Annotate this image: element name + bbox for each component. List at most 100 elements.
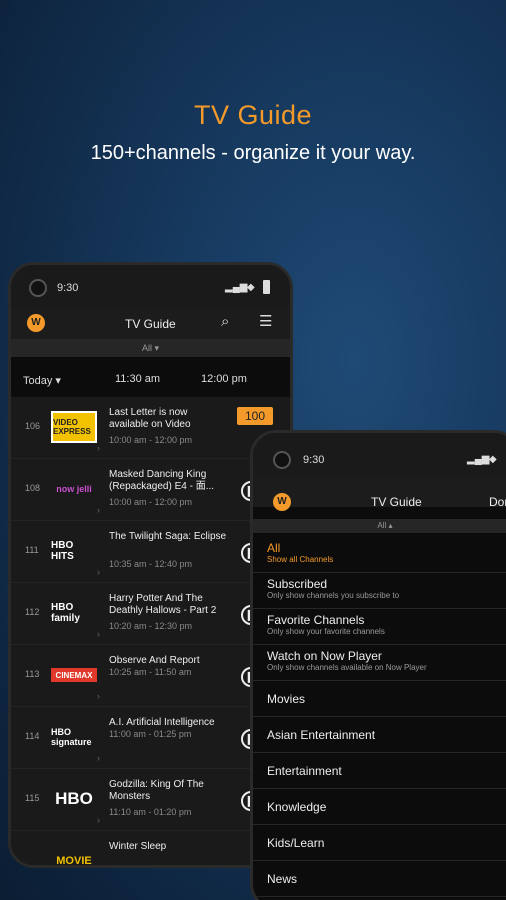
menu-item-label: All: [267, 541, 281, 555]
status-bar: 9:30 ▂▄▆ ◆: [253, 433, 506, 475]
menu-item-label: Subscribed: [267, 577, 328, 591]
status-time: 9:30: [303, 454, 325, 466]
wifi-icon: ◆: [489, 454, 497, 465]
channel-logo: now jelli: [56, 484, 92, 494]
menu-item-description: Only show channels available on Now Play…: [267, 663, 427, 672]
menu-item-asian-entertainment[interactable]: Asian Entertainment: [253, 717, 506, 753]
page-title: TV Guide: [125, 317, 176, 331]
channel-number: 106: [25, 421, 41, 431]
chevron-right-icon: ›: [97, 815, 100, 825]
program-title: Godzilla: King Of The Monsters: [109, 779, 204, 802]
menu-item-label: Asian Entertainment: [267, 728, 376, 742]
program-time: 10:00 am - 12:00 pm: [109, 435, 193, 445]
signal-icon: ▂▄▆: [467, 454, 490, 465]
channel-row[interactable]: 115 HBO Godzilla: King Of The Monsters 1…: [11, 769, 290, 831]
chevron-right-icon: ›: [97, 753, 100, 763]
channel-number: 113: [25, 669, 40, 679]
status-time: 9:30: [57, 282, 79, 294]
menu-item-label: Kids/Learn: [267, 836, 325, 850]
status-bar: 9:30 ▂▄▆ ◆: [11, 265, 290, 307]
menu-item-movies[interactable]: Movies: [253, 681, 506, 717]
menu-item-label: Entertainment: [267, 764, 342, 778]
menu-item-description: Only show your favorite channels: [267, 627, 385, 636]
chevron-right-icon: ›: [97, 629, 100, 639]
app-logo[interactable]: W: [27, 314, 45, 332]
menu-item-label: News: [267, 872, 298, 886]
search-icon[interactable]: ⌕: [221, 314, 229, 329]
channel-logo: HBO signature: [51, 727, 92, 747]
channel-row[interactable]: 108 now jelli Masked Dancing King (Repac…: [11, 459, 290, 521]
time-slot: 11:30 am: [115, 373, 161, 385]
channel-row[interactable]: 112 HBO family Harry Potter And The Deat…: [11, 583, 290, 645]
channel-filter[interactable]: All ▾: [11, 339, 290, 357]
menu-item-all[interactable]: All Show all Channels: [253, 537, 506, 573]
hero-subtitle: 150+channels - organize it your way.: [90, 142, 416, 164]
time-slot: 12:00 pm: [201, 373, 247, 385]
menu-item-favorites[interactable]: Favorite Channels Only show your favorit…: [253, 609, 506, 645]
menu-item-entertainment[interactable]: Entertainment: [253, 753, 506, 789]
camera-icon: [29, 279, 47, 297]
program-title: Observe And Report: [109, 655, 200, 666]
channel-number: 115: [25, 793, 40, 803]
channel-row[interactable]: MOVIE Winter Sleep: [11, 831, 290, 867]
chevron-right-icon: ›: [97, 505, 100, 515]
channel-logo: VIDEO EXPRESS: [51, 411, 97, 443]
menu-item-label: Movies: [267, 692, 306, 706]
menu-item-label: Favorite Channels: [267, 613, 365, 627]
program-title: Masked Dancing King (Repackaged) E4 - 面.…: [109, 469, 215, 492]
chevron-right-icon: ›: [97, 691, 100, 701]
menu-item-knowledge[interactable]: Knowledge: [253, 789, 506, 825]
chevron-right-icon: ›: [97, 567, 100, 577]
filter-menu: All Show all Channels Subscribed Only sh…: [253, 537, 506, 897]
program-title: Last Letter is now available on Video: [109, 407, 191, 430]
menu-item-kids-learn[interactable]: Kids/Learn: [253, 825, 506, 861]
menu-item-label: Knowledge: [267, 800, 327, 814]
program-title: Harry Potter And The Deathly Hallows - P…: [109, 593, 217, 616]
program-time: 11:00 am - 01:25 pm: [109, 729, 192, 739]
channel-number: 108: [25, 483, 41, 493]
app-logo[interactable]: W: [273, 493, 291, 511]
program-time: 10:00 am - 12:00 pm: [109, 497, 193, 507]
program-time: 10:25 am - 11:50 am: [109, 667, 192, 677]
channel-row[interactable]: 114 HBO signature A.I. Artificial Intell…: [11, 707, 290, 769]
channel-logo: HBO family: [51, 602, 80, 624]
menu-item-description: Only show channels you subscribe to: [267, 591, 400, 600]
channel-number: 114: [25, 731, 40, 741]
channel-number: 112: [25, 607, 40, 617]
phone-filter-menu: 9:30 ▂▄▆ ◆ W TV Guide Done All ▴ All Sho…: [250, 430, 506, 900]
wifi-icon: ◆: [247, 282, 255, 293]
time-header: Today ▾ 11:30 am 12:00 pm: [11, 365, 290, 395]
channel-filter[interactable]: All ▴: [253, 519, 506, 533]
chevron-right-icon: ›: [97, 443, 100, 453]
menu-icon[interactable]: ☰: [259, 314, 272, 329]
program-title: The Twilight Saga: Eclipse: [109, 531, 227, 542]
channel-list: 106 VIDEO EXPRESS Last Letter is now ava…: [11, 397, 290, 867]
channel-logo: CINEMAX: [51, 668, 97, 682]
page-title: TV Guide: [371, 495, 422, 509]
camera-icon: [273, 451, 291, 469]
menu-item-label: Watch on Now Player: [267, 649, 382, 663]
program-time: 11:10 am - 01:20 pm: [109, 807, 192, 817]
channel-logo: HBO HITS: [51, 540, 74, 562]
day-selector[interactable]: Today ▾: [23, 374, 61, 387]
hero-title: TV Guide: [193, 100, 313, 130]
signal-icon: ▂▄▆: [225, 282, 248, 293]
channel-row[interactable]: 106 VIDEO EXPRESS Last Letter is now ava…: [11, 397, 290, 459]
top-nav: W TV Guide Done: [253, 475, 506, 511]
program-title: Winter Sleep: [109, 841, 167, 852]
channel-row[interactable]: 113 CINEMAX Observe And Report 10:25 am …: [11, 645, 290, 707]
menu-item-now-player[interactable]: Watch on Now Player Only show channels a…: [253, 645, 506, 681]
channel-logo: MOVIE: [56, 855, 92, 867]
program-time: 10:20 am - 12:30 pm: [109, 621, 193, 631]
channel-number: 111: [25, 545, 39, 555]
menu-item-subscribed[interactable]: Subscribed Only show channels you subscr…: [253, 573, 506, 609]
battery-icon: [263, 280, 270, 294]
top-nav: W TV Guide ⌕ ☰: [11, 307, 290, 339]
channel-badge: 100: [237, 407, 274, 425]
menu-item-description: Show all Channels: [267, 555, 334, 564]
program-title: A.I. Artificial Intelligence: [109, 717, 215, 728]
menu-item-news[interactable]: News: [253, 861, 506, 897]
done-button[interactable]: Done: [489, 495, 506, 509]
channel-row[interactable]: 111 HBO HITS The Twilight Saga: Eclipse …: [11, 521, 290, 583]
channel-logo: HBO: [55, 789, 93, 808]
